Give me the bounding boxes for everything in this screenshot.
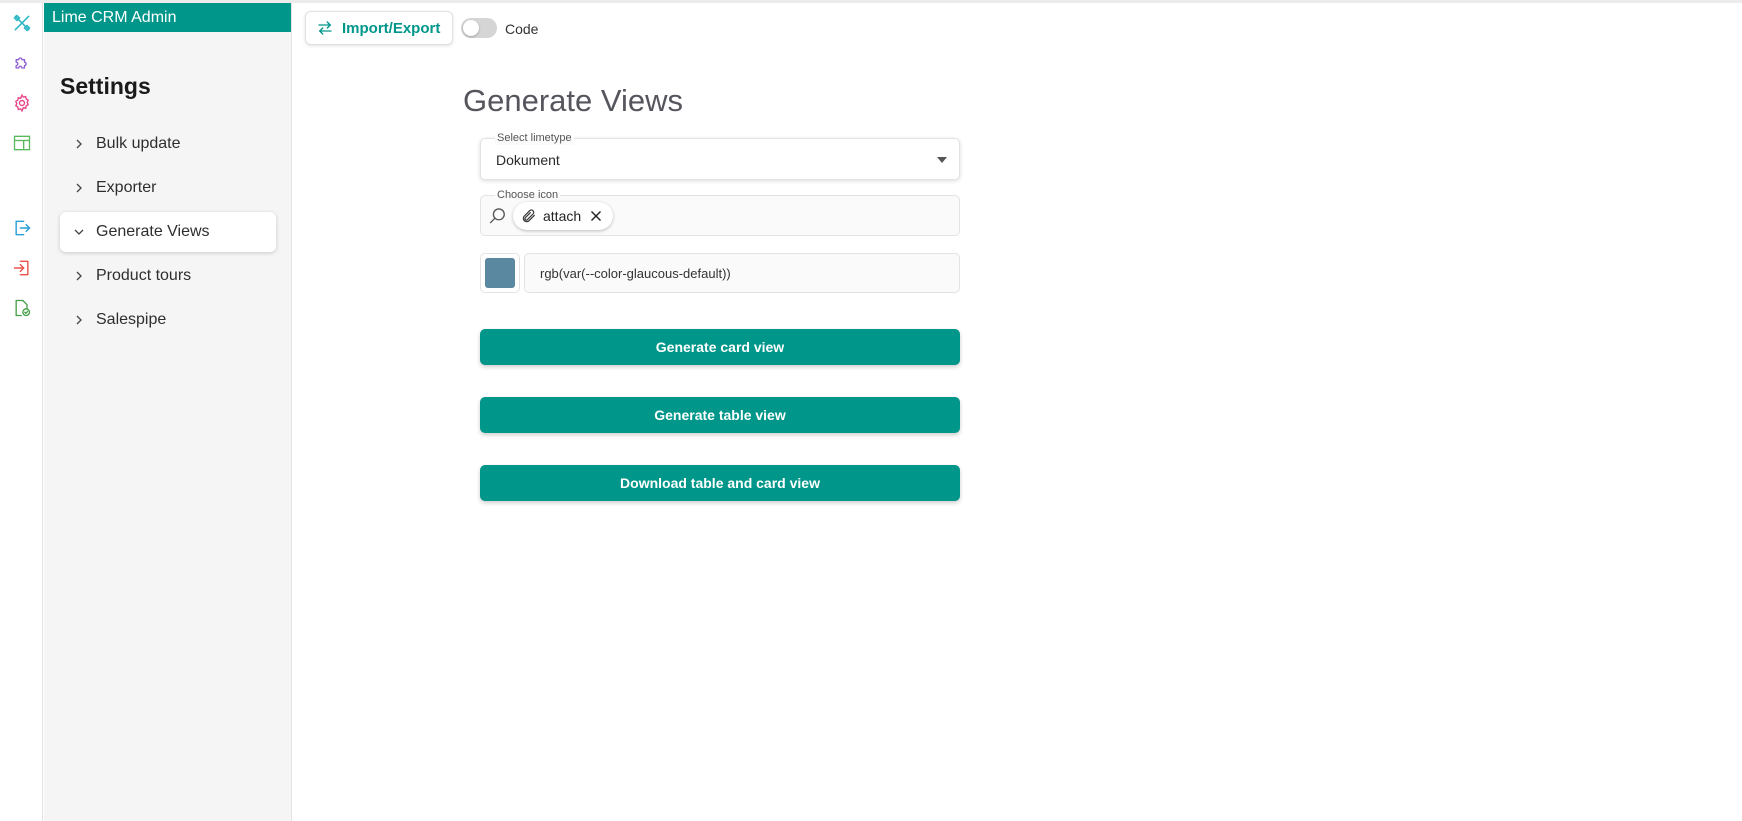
chevron-right-icon [72,313,86,327]
menu-item-label: Bulk update [96,135,181,152]
menu-item-exporter[interactable]: Exporter [60,168,276,208]
icon-rail [0,3,43,821]
menu-item-label: Product tours [96,267,192,284]
page-title: Generate Views [463,83,683,118]
tools-icon[interactable] [11,12,33,34]
chevron-right-icon [72,181,86,195]
close-icon[interactable] [589,209,603,223]
app-brand: Lime CRM Admin [44,3,291,32]
import-icon[interactable] [11,257,33,279]
icon-chip-label: attach [543,208,582,224]
menu-item-label: Salespipe [96,311,167,328]
import-export-button[interactable]: Import/Export [305,11,454,45]
limetype-select-value: Dokument [496,152,560,168]
app-window: Lime CRM Admin Settings Bulk update Expo… [0,0,1742,821]
code-toggle-label: Code [505,21,539,37]
menu-item-label: Exporter [96,179,157,196]
settings-panel: Lime CRM Admin Settings Bulk update Expo… [44,3,292,821]
menu-item-label: Generate Views [96,223,210,240]
menu-item-product-tours[interactable]: Product tours [60,256,276,296]
color-swatch [485,258,515,288]
color-swatch-button[interactable] [480,253,520,293]
menu-item-generate-views[interactable]: Generate Views [60,212,276,252]
icon-chip[interactable]: attach [513,202,614,230]
document-check-icon[interactable] [11,297,33,319]
generate-card-view-button[interactable]: Generate card view [480,329,960,365]
chevron-down-icon [72,225,86,239]
export-icon[interactable] [11,217,33,239]
menu-item-bulk-update[interactable]: Bulk update [60,124,276,164]
paperclip-icon [522,209,535,223]
generate-table-view-button[interactable]: Generate table view [480,397,960,433]
puzzle-icon[interactable] [11,52,33,74]
layout-icon[interactable] [11,132,33,154]
chevron-right-icon [72,137,86,151]
search-icon [489,208,505,224]
settings-title: Settings [60,73,151,99]
limetype-select[interactable]: Select limetype Dokument [480,131,960,180]
icon-picker-field[interactable]: Choose icon attach [480,188,960,236]
settings-menu: Bulk update Exporter Generate Views Prod… [60,124,276,344]
menu-item-salespipe[interactable]: Salespipe [60,300,276,340]
icon-picker-label: Choose icon [495,188,561,202]
code-toggle[interactable] [461,18,497,38]
limetype-select-label: Select limetype [495,131,574,145]
caret-down-icon [937,157,947,163]
gear-icon[interactable] [11,92,33,114]
import-export-label: Import/Export [342,19,441,37]
swap-arrows-icon [318,21,332,35]
color-value-input[interactable] [524,253,960,293]
chevron-right-icon [72,269,86,283]
download-views-button[interactable]: Download table and card view [480,465,960,501]
toggle-knob [463,20,479,36]
